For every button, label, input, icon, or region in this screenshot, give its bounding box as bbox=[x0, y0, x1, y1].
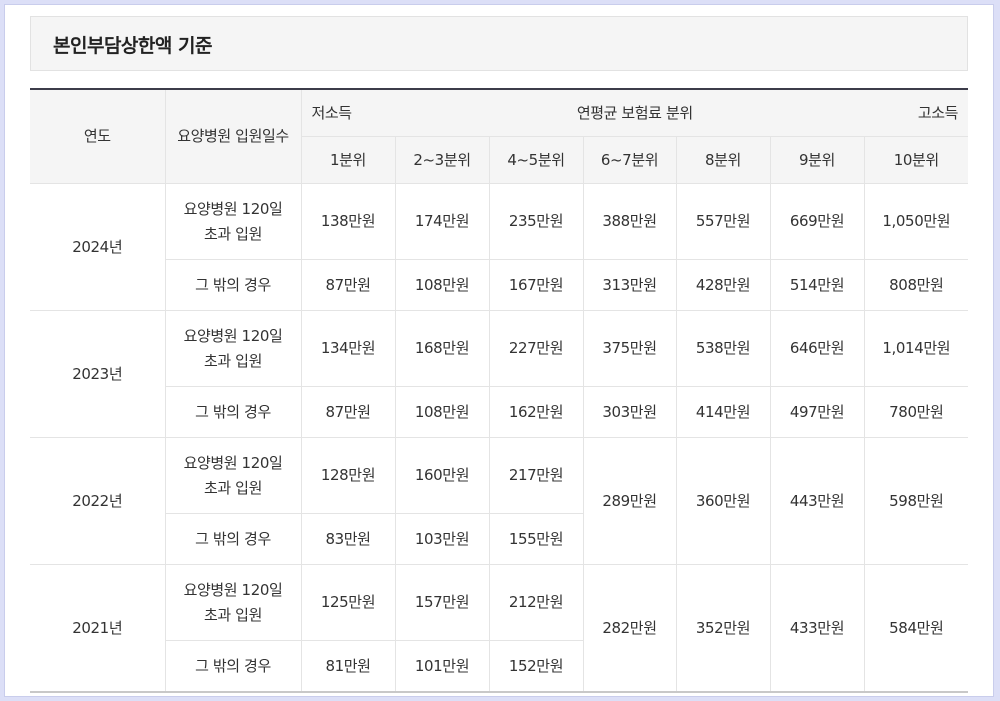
page-title: 본인부담상한액 기준 bbox=[53, 35, 212, 57]
value-cell: 87만원 bbox=[300, 259, 396, 311]
header-decile: 9분위 bbox=[769, 136, 865, 184]
table-row: 그 밖의 경우 87만원 108만원 167만원 313만원 428만원 514… bbox=[30, 259, 969, 311]
value-cell: 134만원 bbox=[300, 310, 396, 387]
table-row: 2021년 요양병원 120일 초과 입원 125만원 157만원 212만원 … bbox=[30, 564, 969, 693]
year-cell: 2023년 bbox=[30, 310, 166, 438]
value-cell: 375만원 bbox=[582, 310, 677, 387]
value-cell: 168만원 bbox=[394, 310, 490, 387]
days-label-cell: 요양병원 120일 초과 입원 bbox=[164, 183, 302, 260]
header-decile: 8분위 bbox=[675, 136, 771, 184]
value-cell: 428만원 bbox=[675, 259, 771, 311]
value-cell: 152만원 bbox=[488, 640, 583, 693]
days-label-cell: 요양병원 120일 초과 입원 bbox=[164, 437, 302, 514]
days-label-cell: 요양병원 120일 초과 입원 bbox=[164, 310, 302, 387]
value-cell: 212만원 bbox=[488, 564, 584, 641]
value-cell: 808만원 bbox=[863, 259, 969, 311]
value-cell: 282만원 bbox=[582, 564, 677, 693]
value-cell: 81만원 bbox=[300, 640, 396, 693]
title-box: 본인부담상한액 기준 bbox=[30, 16, 968, 71]
value-cell: 557만원 bbox=[675, 183, 771, 260]
value-cell: 598만원 bbox=[863, 437, 969, 565]
value-cell: 155만원 bbox=[488, 513, 583, 565]
value-cell: 584만원 bbox=[863, 564, 969, 693]
value-cell: 514만원 bbox=[769, 259, 865, 311]
value-cell: 125만원 bbox=[300, 564, 396, 641]
value-cell: 101만원 bbox=[394, 640, 490, 693]
value-cell: 313만원 bbox=[582, 259, 677, 311]
header-high-income: 고소득 bbox=[917, 103, 959, 122]
value-cell: 303만원 bbox=[582, 386, 677, 438]
table-row: 2023년 요양병원 120일 초과 입원 134만원 168만원 227만원 … bbox=[30, 310, 969, 438]
value-cell: 235만원 bbox=[488, 183, 584, 260]
value-cell: 174만원 bbox=[394, 183, 490, 260]
value-cell: 497만원 bbox=[769, 386, 865, 438]
value-cell: 167만원 bbox=[488, 259, 584, 311]
copay-ceiling-table: 연도 요양병원 입원일수 저소득 연평균 보험료 분위 고소득 1분위 2~3분… bbox=[30, 88, 969, 693]
value-cell: 289만원 bbox=[582, 437, 677, 565]
value-cell: 103만원 bbox=[394, 513, 490, 565]
header-low-income: 저소득 bbox=[311, 103, 353, 122]
value-cell: 160만원 bbox=[394, 437, 490, 514]
value-cell: 138만원 bbox=[300, 183, 396, 260]
header-decile: 1분위 bbox=[301, 136, 396, 184]
value-cell: 1,014만원 bbox=[863, 310, 969, 387]
value-cell: 414만원 bbox=[675, 386, 771, 438]
value-cell: 352만원 bbox=[675, 564, 771, 693]
header-year: 연도 bbox=[30, 88, 166, 184]
header-decile: 2~3분위 bbox=[394, 136, 490, 184]
value-cell: 433만원 bbox=[769, 564, 865, 693]
header-days: 요양병원 입원일수 bbox=[164, 88, 302, 184]
year-cell: 2024년 bbox=[30, 183, 166, 311]
content-frame: 본인부담상한액 기준 연도 요양병원 입원일수 저소득 연평균 보험료 분위 고… bbox=[4, 4, 994, 697]
days-label-cell: 요양병원 120일 초과 입원 bbox=[164, 564, 302, 641]
value-cell: 646만원 bbox=[769, 310, 865, 387]
value-cell: 669만원 bbox=[769, 183, 865, 260]
year-cell: 2021년 bbox=[30, 564, 166, 693]
value-cell: 443만원 bbox=[769, 437, 865, 565]
value-cell: 780만원 bbox=[863, 386, 969, 438]
value-cell: 538만원 bbox=[675, 310, 771, 387]
value-cell: 108만원 bbox=[394, 259, 490, 311]
value-cell: 83만원 bbox=[300, 513, 396, 565]
table-row: 2024년 요양병원 120일 초과 입원 138만원 174만원 235만원 … bbox=[30, 183, 969, 311]
header-decile: 10분위 bbox=[863, 136, 969, 184]
header-decile: 6~7분위 bbox=[582, 136, 677, 184]
days-label-cell: 그 밖의 경우 bbox=[165, 513, 302, 565]
days-label-cell: 그 밖의 경우 bbox=[165, 259, 302, 311]
table-row: 2022년 요양병원 120일 초과 입원 128만원 160만원 217만원 … bbox=[30, 437, 969, 565]
value-cell: 87만원 bbox=[300, 386, 396, 438]
header-premium-decile: 저소득 연평균 보험료 분위 고소득 bbox=[300, 88, 969, 137]
days-label-cell: 그 밖의 경우 bbox=[165, 386, 302, 438]
value-cell: 217만원 bbox=[488, 437, 584, 514]
value-cell: 227만원 bbox=[488, 310, 584, 387]
header-decile-title: 연평균 보험료 분위 bbox=[576, 103, 693, 122]
value-cell: 128만원 bbox=[300, 437, 396, 514]
year-cell: 2022년 bbox=[30, 437, 166, 565]
value-cell: 1,050만원 bbox=[863, 183, 969, 260]
value-cell: 157만원 bbox=[394, 564, 490, 641]
value-cell: 360만원 bbox=[675, 437, 771, 565]
table-row: 그 밖의 경우 87만원 108만원 162만원 303만원 414만원 497… bbox=[30, 386, 969, 438]
header-decile: 4~5분위 bbox=[488, 136, 584, 184]
value-cell: 162만원 bbox=[488, 386, 584, 438]
days-label-cell: 그 밖의 경우 bbox=[165, 640, 302, 693]
value-cell: 108만원 bbox=[394, 386, 490, 438]
value-cell: 388만원 bbox=[582, 183, 677, 260]
